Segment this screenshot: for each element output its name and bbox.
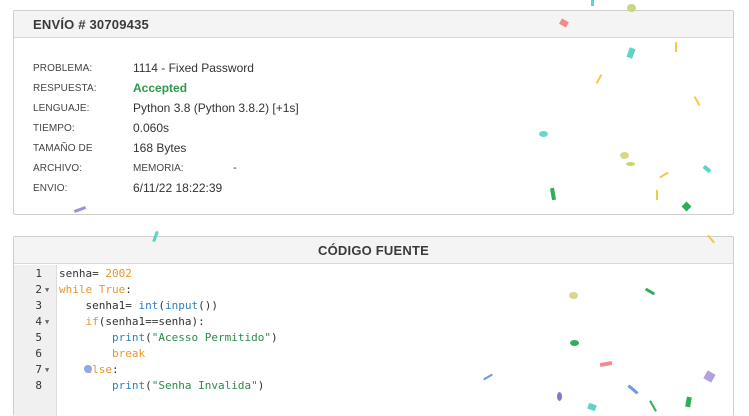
code-text: print("Senha Invalida") xyxy=(111,379,265,392)
line-number: 1 xyxy=(35,267,42,280)
submission-title: ENVÍO # 30709435 xyxy=(33,16,149,32)
file-label: ARCHIVO: xyxy=(33,162,83,174)
code-line: 3 senha1= int(input()) xyxy=(14,298,733,314)
row-date: ENVIO: 6/11/22 18:22:39 xyxy=(33,178,723,198)
confetti-piece xyxy=(656,190,658,200)
row-file-memory: ARCHIVO: MEMORIA: - xyxy=(33,158,723,178)
answer-label: RESPUESTA: xyxy=(33,82,97,94)
line-number: 8 xyxy=(35,379,42,392)
code-editor[interactable]: 1 senha= 2002 2 ▼ while True: 3 senha1= … xyxy=(14,265,733,416)
code-text: while True: xyxy=(59,283,132,296)
row-time: TIEMPO: 0.060s xyxy=(33,118,723,138)
memory-value: - xyxy=(233,162,237,174)
source-code-header: CÓDIGO FUENTE xyxy=(14,237,733,264)
submission-header: ENVÍO # 30709435 xyxy=(14,11,733,38)
confetti-piece xyxy=(627,4,636,12)
line-number: 2 xyxy=(35,283,42,296)
row-problem: PROBLEMA: 1114 - Fixed Password xyxy=(33,58,723,78)
answer-value: Accepted xyxy=(133,81,188,95)
code-line: 1 senha= 2002 xyxy=(14,266,733,282)
line-number: 6 xyxy=(35,347,42,360)
row-answer: RESPUESTA: Accepted xyxy=(33,78,723,98)
source-code-title: CÓDIGO FUENTE xyxy=(318,242,429,258)
submission-panel: ENVÍO # 30709435 PROBLEMA: 1114 - Fixed … xyxy=(13,10,734,215)
size-value: 168 Bytes xyxy=(133,141,187,155)
confetti-piece xyxy=(557,392,562,401)
line-number: 3 xyxy=(35,299,42,312)
row-language: LENGUAJE: Python 3.8 (Python 3.8.2) [+1s… xyxy=(33,98,723,118)
code-line: 8 print("Senha Invalida") xyxy=(14,378,733,394)
size-label: TAMAÑO DE xyxy=(33,142,93,154)
confetti-piece xyxy=(539,131,548,137)
language-label: LENGUAJE: xyxy=(33,102,90,114)
source-code-panel: CÓDIGO FUENTE 1 senha= 2002 2 ▼ while Tr… xyxy=(13,236,734,416)
time-label: TIEMPO: xyxy=(33,122,75,134)
code-text: print("Acesso Permitido") xyxy=(111,331,278,344)
confetti-piece xyxy=(591,0,594,6)
code-line: 6 break xyxy=(14,346,733,362)
language-value: Python 3.8 (Python 3.8.2) [+1s] xyxy=(133,101,299,115)
confetti-piece xyxy=(620,152,629,159)
submission-details: PROBLEMA: 1114 - Fixed Password RESPUEST… xyxy=(33,58,723,198)
code-line: 7 ▼ else: xyxy=(14,362,733,378)
code-line: 4 ▼ if(senha1==senha): xyxy=(14,314,733,330)
code-text: if(senha1==senha): xyxy=(85,315,205,328)
code-line: 5 print("Acesso Permitido") xyxy=(14,330,733,346)
date-label: ENVIO: xyxy=(33,182,68,194)
fold-arrow-icon[interactable]: ▼ xyxy=(45,362,49,378)
confetti-piece xyxy=(570,340,579,346)
confetti-piece xyxy=(84,365,92,373)
fold-arrow-icon[interactable]: ▼ xyxy=(45,314,49,330)
line-number: 5 xyxy=(35,331,42,344)
code-line: 2 ▼ while True: xyxy=(14,282,733,298)
code-text: break xyxy=(111,347,146,360)
memory-label: MEMORIA: xyxy=(133,162,184,174)
line-number: 7 xyxy=(35,363,42,376)
date-value: 6/11/22 18:22:39 xyxy=(133,181,223,195)
code-text: senha1= int(input()) xyxy=(59,299,218,312)
line-number: 4 xyxy=(35,315,42,328)
confetti-piece xyxy=(569,292,578,299)
problem-label: PROBLEMA: xyxy=(33,62,93,74)
confetti-piece xyxy=(626,162,635,166)
confetti-piece xyxy=(675,42,677,52)
time-value: 0.060s xyxy=(133,121,170,135)
code-text: senha= 2002 xyxy=(59,267,132,280)
problem-value[interactable]: 1114 - Fixed Password xyxy=(133,61,254,75)
fold-arrow-icon[interactable]: ▼ xyxy=(45,282,49,298)
